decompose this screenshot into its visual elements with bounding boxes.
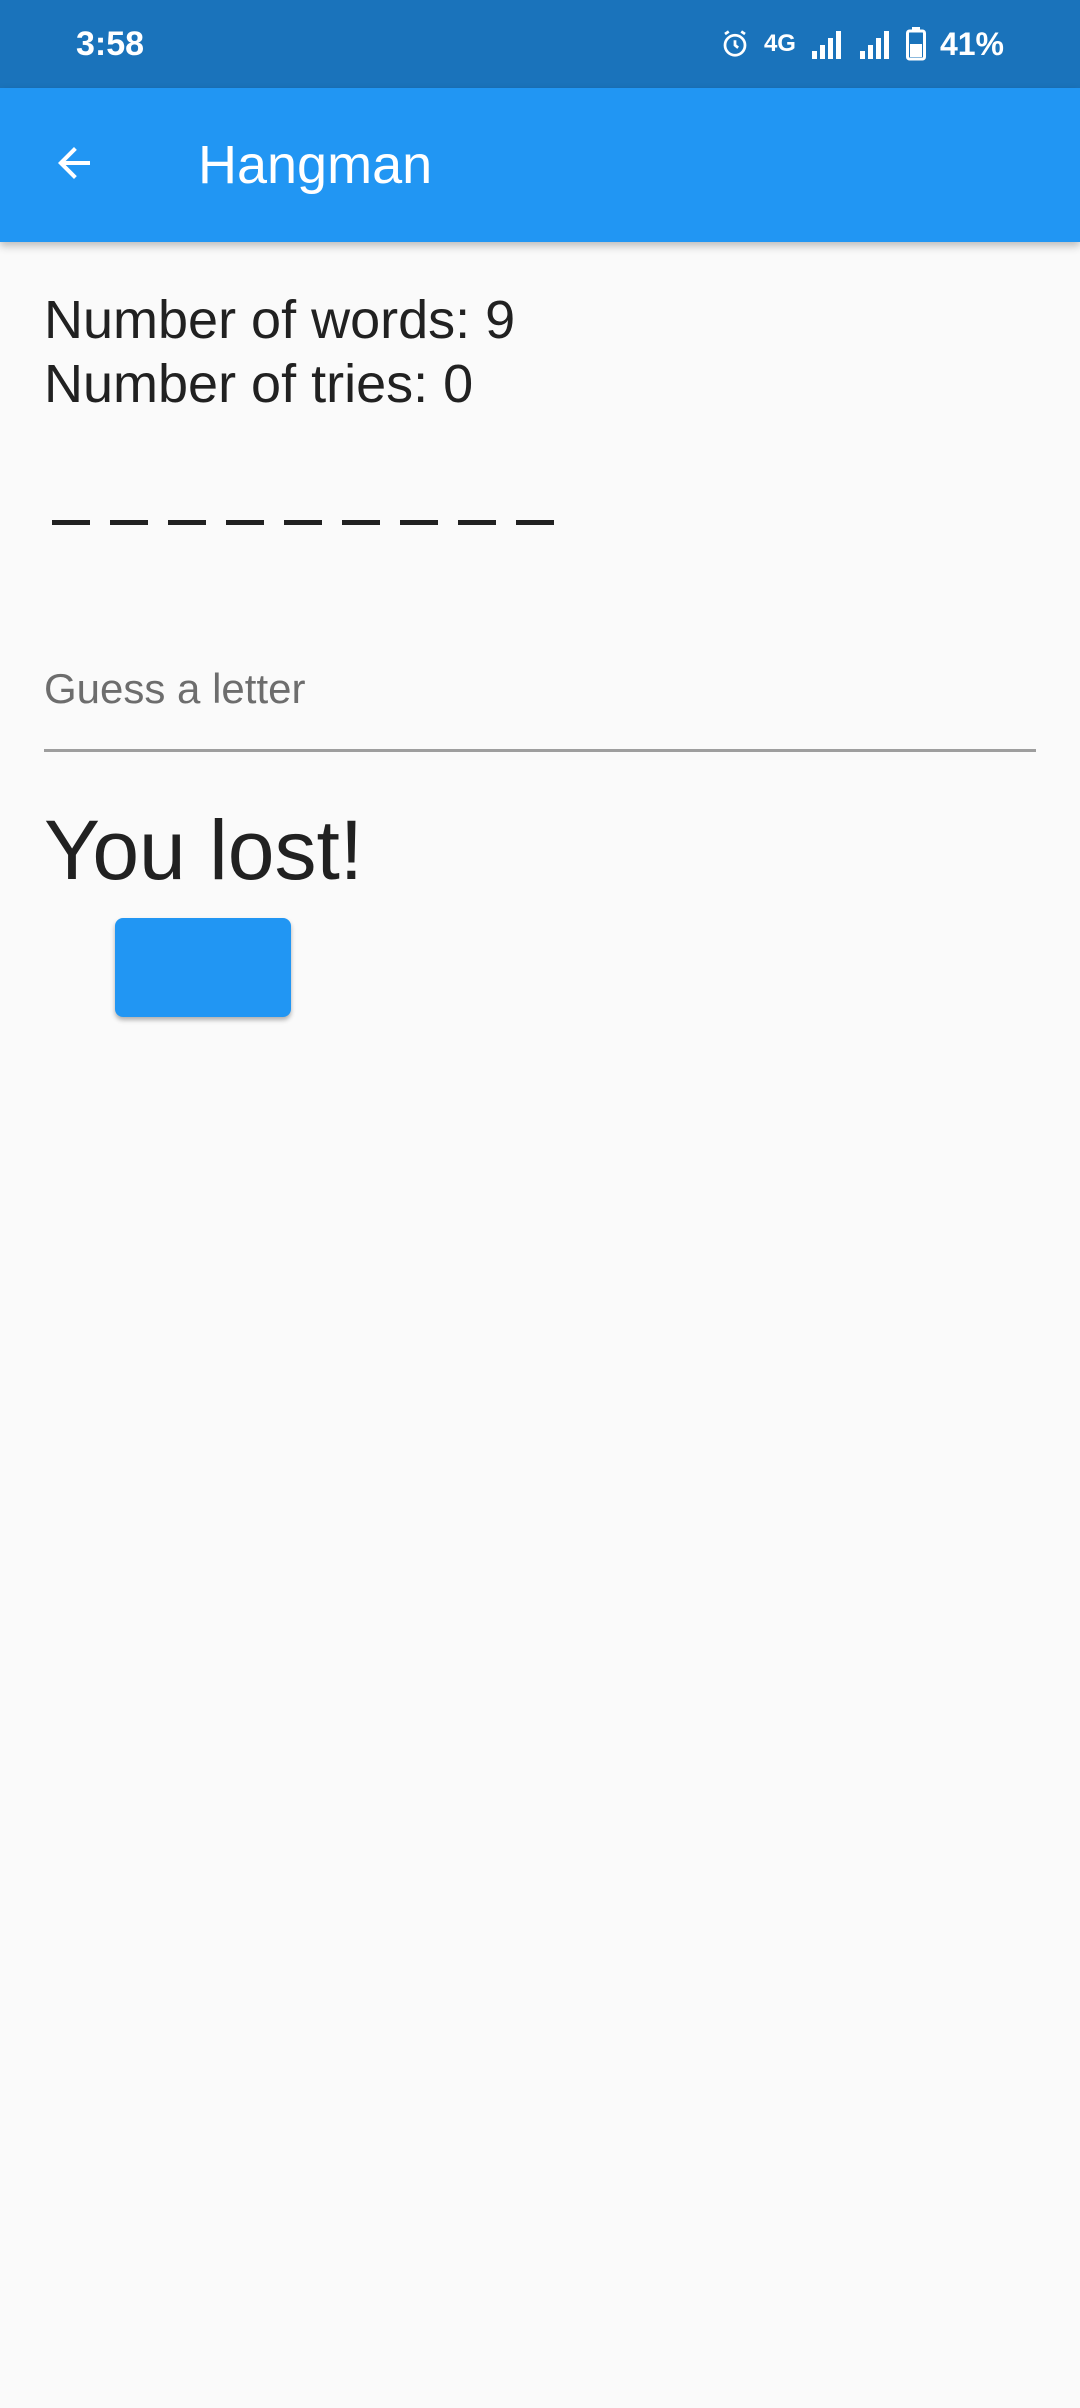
alarm-icon: [720, 29, 750, 59]
battery-percent: 41%: [939, 25, 1004, 62]
app-bar: Hangman: [0, 88, 1080, 242]
action-button[interactable]: [115, 918, 291, 1017]
letter-slot: [168, 520, 206, 525]
hidden-word: [52, 520, 554, 525]
signal-icon: [858, 29, 892, 59]
game-stats: Number of words: 9 Number of tries: 0: [44, 242, 1036, 416]
arrow-back-icon: [50, 139, 98, 192]
signal-icon: [810, 29, 844, 59]
battery-icon: [905, 27, 926, 61]
status-time: 3:58: [76, 25, 145, 63]
letter-slot: [516, 520, 554, 525]
letter-slot: [110, 520, 148, 525]
back-button[interactable]: [30, 121, 118, 209]
letter-slot: [342, 520, 380, 525]
status-icons: 4G 41%: [720, 0, 1004, 88]
words-count: Number of words: 9: [44, 290, 516, 350]
status-bar: 3:58 4G 41%: [0, 0, 1080, 88]
letter-slot: [226, 520, 264, 525]
tries-count: Number of tries: 0: [44, 354, 474, 414]
letter-slot: [458, 520, 496, 525]
network-type: 4G: [763, 30, 796, 57]
letter-slot: [52, 520, 90, 525]
guess-field[interactable]: [44, 640, 1036, 752]
letter-slot: [400, 520, 438, 525]
page-title: Hangman: [198, 135, 433, 195]
result-message: You lost!: [44, 803, 364, 897]
guess-input[interactable]: [44, 640, 1036, 749]
letter-slot: [284, 520, 322, 525]
